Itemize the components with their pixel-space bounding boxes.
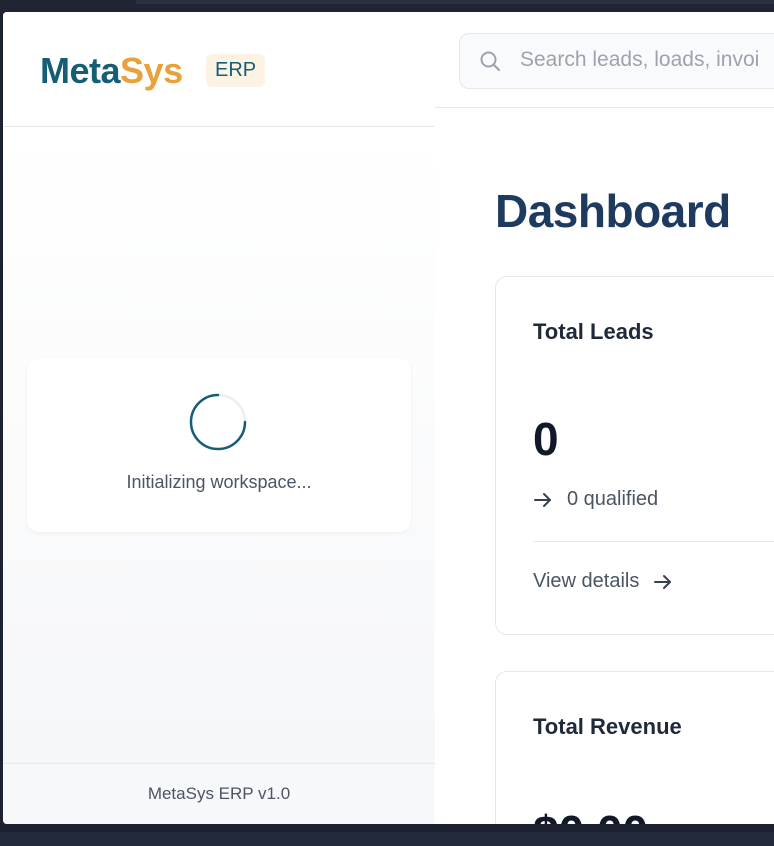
page-title: Dashboard <box>495 185 731 237</box>
top-header <box>435 12 774 108</box>
card-divider <box>533 541 774 542</box>
brand-header: MetaSys ERP <box>3 12 435 127</box>
erp-badge: ERP <box>206 54 266 87</box>
os-top-strip <box>0 0 774 12</box>
app-window: MetaSys ERP Initializing workspace... Me… <box>3 12 774 824</box>
logo-text-meta: Meta <box>40 50 121 91</box>
card-subtext: 0 qualified <box>533 488 658 511</box>
sidebar-footer: MetaSys ERP v1.0 <box>3 763 435 824</box>
loading-message: Initializing workspace... <box>126 472 312 492</box>
main-content: Dashboard Total Leads 0 0 qualified View… <box>435 12 774 824</box>
view-details-link[interactable]: View details <box>533 570 673 593</box>
total-leads-card: Total Leads 0 0 qualified View details <box>495 276 774 635</box>
logo[interactable]: MetaSys <box>40 50 183 92</box>
arrow-right-icon <box>654 574 672 589</box>
total-revenue-card: Total Revenue $0.00 <box>495 671 774 824</box>
os-bottom-strip <box>0 824 774 846</box>
version-label: MetaSys ERP v1.0 <box>147 784 291 803</box>
sidebar: MetaSys ERP Initializing workspace... Me… <box>3 12 436 824</box>
search-box[interactable] <box>459 33 774 89</box>
qualified-count: 0 qualified <box>567 488 659 510</box>
loading-card: Initializing workspace... <box>27 358 411 532</box>
arrow-right-icon <box>534 492 551 507</box>
card-value: 0 <box>533 413 559 465</box>
card-value: $0.00 <box>533 805 648 824</box>
search-icon <box>480 51 500 71</box>
view-details-label: View details <box>533 570 640 592</box>
logo-text-sys: Sys <box>120 50 183 91</box>
search-input[interactable] <box>520 48 774 72</box>
spinner-icon <box>189 393 247 451</box>
browser-tab-edge <box>136 0 774 4</box>
card-title: Total Leads <box>533 319 654 344</box>
taskbar-edge <box>0 832 774 846</box>
card-title: Total Revenue <box>533 714 682 739</box>
